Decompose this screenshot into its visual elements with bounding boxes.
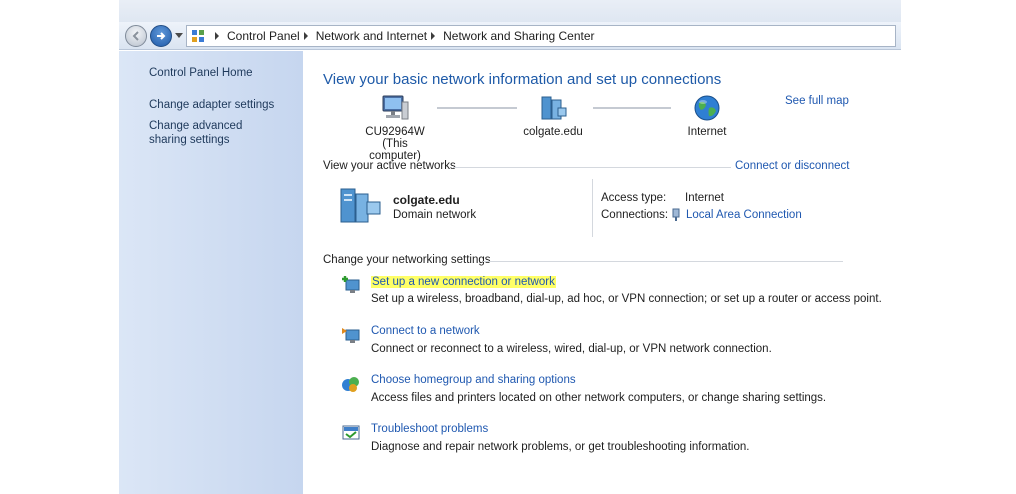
- network-label: colgate.edu: [523, 126, 583, 138]
- setup-new-connection-link[interactable]: Set up a new connection or network: [371, 276, 556, 288]
- troubleshoot-link[interactable]: Troubleshoot problems: [371, 423, 488, 435]
- breadcrumb-control-panel[interactable]: Control Panel: [227, 29, 300, 43]
- map-link-line: [437, 107, 517, 109]
- ethernet-plug-icon: [672, 208, 680, 221]
- sidebar: Control Panel Home Change adapter settin…: [119, 51, 303, 494]
- recent-pages-dropdown[interactable]: [175, 33, 183, 38]
- main-panel: View your basic network information and …: [303, 51, 901, 494]
- active-network-type: Domain network: [393, 209, 477, 221]
- map-node-computer[interactable]: CU92964W (This computer): [355, 94, 435, 162]
- breadcrumb-separator-icon[interactable]: [431, 32, 436, 40]
- section-divider: [453, 167, 731, 168]
- forward-arrow-icon: [157, 32, 166, 40]
- computer-name: CU92964W: [365, 126, 425, 138]
- sidebar-item-control-panel-home[interactable]: Control Panel Home: [149, 66, 299, 80]
- explorer-window: Control Panel Network and Internet Netwo…: [119, 0, 901, 494]
- breadcrumb-separator-icon[interactable]: [303, 32, 308, 40]
- connect-or-disconnect-link[interactable]: Connect or disconnect: [735, 160, 849, 172]
- homegroup-sharing-link[interactable]: Choose homegroup and sharing options: [371, 374, 576, 386]
- troubleshoot-desc: Diagnose and repair network problems, or…: [371, 441, 750, 453]
- breadcrumb-network-and-internet[interactable]: Network and Internet: [316, 29, 427, 43]
- page-title: View your basic network information and …: [323, 71, 722, 88]
- domain-network-large-icon: [340, 188, 381, 223]
- connect-to-network-link[interactable]: Connect to a network: [371, 325, 480, 337]
- homegroup-icon: [342, 377, 359, 392]
- map-node-internet[interactable]: Internet: [667, 94, 747, 138]
- connect-to-network-desc: Connect or reconnect to a wireless, wire…: [371, 343, 772, 355]
- see-full-map-link[interactable]: See full map: [785, 95, 849, 107]
- active-network-name: colgate.edu: [393, 193, 460, 207]
- breadcrumb-network-sharing-center[interactable]: Network and Sharing Center: [443, 29, 594, 43]
- troubleshoot-icon: [342, 425, 360, 440]
- computer-sub: (This computer): [369, 138, 421, 162]
- sidebar-item-change-advanced-sharing[interactable]: Change advanced sharing settings: [149, 119, 279, 147]
- control-panel-icon: [192, 30, 204, 42]
- active-networks-title: View your active networks: [323, 160, 456, 172]
- homegroup-sharing-desc: Access files and printers located on oth…: [371, 392, 827, 404]
- networking-settings-title: Change your networking settings: [323, 254, 491, 266]
- domain-network-icon: [541, 96, 567, 120]
- new-connection-icon: [342, 276, 360, 293]
- connections-label: Connections:: [601, 209, 669, 221]
- back-arrow-icon: [132, 31, 139, 41]
- internet-label: Internet: [687, 126, 727, 138]
- back-button[interactable]: [125, 25, 147, 47]
- map-link-line: [593, 107, 671, 109]
- local-area-connection-link[interactable]: Local Area Connection: [686, 209, 802, 221]
- address-bar: Control Panel Network and Internet Netwo…: [119, 22, 901, 50]
- breadcrumb-separator-icon[interactable]: [215, 32, 219, 40]
- sidebar-item-change-adapter-settings[interactable]: Change adapter settings: [149, 98, 299, 112]
- globe-icon: [694, 95, 720, 121]
- section-divider: [483, 261, 843, 262]
- access-type-value: Internet: [685, 192, 724, 204]
- computer-icon: [382, 95, 409, 120]
- title-bar: [119, 0, 901, 22]
- map-node-network[interactable]: colgate.edu: [513, 94, 593, 138]
- access-type-label: Access type:: [601, 192, 667, 204]
- connect-network-icon: [342, 328, 360, 343]
- forward-button[interactable]: [150, 25, 172, 47]
- setup-new-connection-desc: Set up a wireless, broadband, dial-up, a…: [371, 293, 882, 305]
- vertical-divider: [592, 179, 593, 237]
- address-field[interactable]: Control Panel Network and Internet Netwo…: [186, 25, 896, 47]
